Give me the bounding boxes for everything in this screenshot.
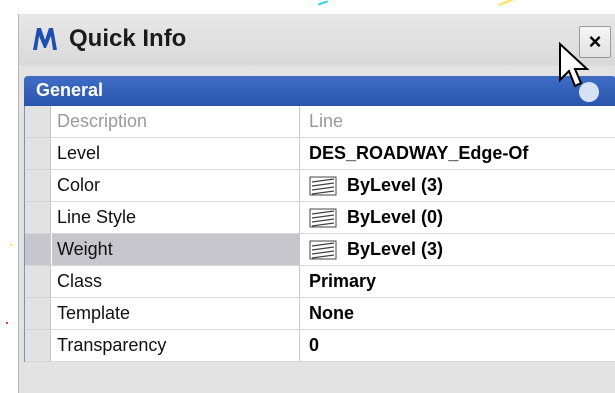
cad-line-segment: [498, 0, 520, 7]
property-row-transparency[interactable]: Transparency 0: [25, 330, 615, 362]
property-row-class[interactable]: Class Primary: [25, 266, 615, 298]
property-value: ByLevel (3): [347, 175, 444, 195]
property-name: Color: [52, 170, 300, 201]
property-value[interactable]: DES_ROADWAY_Edge-Of: [301, 138, 615, 169]
property-value-cell[interactable]: ByLevel (3): [301, 234, 615, 265]
quick-info-panel: Quick Info × General Description Line Le…: [18, 14, 615, 393]
property-name: Line Style: [52, 202, 300, 233]
microstation-logo-icon: [33, 28, 57, 50]
property-value[interactable]: 0: [301, 330, 615, 361]
group-title: General: [36, 80, 104, 100]
panel-title: Quick Info: [69, 25, 187, 52]
mouse-cursor-icon: [559, 42, 590, 88]
property-name: Transparency: [52, 330, 300, 361]
row-stub: [25, 106, 51, 137]
property-value-cell[interactable]: ByLevel (0): [301, 202, 615, 233]
property-name: Level: [52, 138, 300, 169]
property-row-description[interactable]: Description Line: [25, 106, 615, 138]
panel-titlebar[interactable]: Quick Info ×: [19, 14, 615, 66]
level-symbology-icon: [309, 208, 337, 228]
property-value: ByLevel (3): [347, 239, 444, 259]
property-row-line-style[interactable]: Line Style ByLevel (0): [25, 202, 615, 234]
property-value: Line: [309, 111, 344, 131]
row-stub: [25, 170, 51, 201]
property-value: ByLevel (0): [347, 207, 444, 227]
cad-line-segment: [317, 0, 329, 6]
property-name: Weight: [52, 234, 300, 265]
property-value-cell[interactable]: ByLevel (3): [301, 170, 615, 201]
property-row-color[interactable]: Color ByLevel (3): [25, 170, 615, 202]
row-stub: [25, 330, 51, 361]
property-value[interactable]: None: [301, 298, 615, 329]
property-row-weight[interactable]: Weight ByLevel (3): [25, 234, 615, 266]
property-name: Description: [52, 106, 300, 137]
cad-point: [6, 322, 8, 324]
property-value[interactable]: Primary: [301, 266, 615, 297]
row-stub: [25, 234, 51, 265]
row-stub: [25, 138, 51, 169]
property-name: Class: [52, 266, 300, 297]
row-stub: [25, 298, 51, 329]
property-row-template[interactable]: Template None: [25, 298, 615, 330]
row-stub: [25, 266, 51, 297]
level-symbology-icon: [309, 176, 337, 196]
row-stub: [25, 202, 51, 233]
level-symbology-icon: [309, 240, 337, 260]
property-name: Template: [52, 298, 300, 329]
property-row-level[interactable]: Level DES_ROADWAY_Edge-Of: [25, 138, 615, 170]
cad-point: [10, 244, 12, 246]
group-header-general[interactable]: General: [24, 76, 615, 106]
property-grid: Description Line Level DES_ROADWAY_Edge-…: [24, 106, 615, 362]
